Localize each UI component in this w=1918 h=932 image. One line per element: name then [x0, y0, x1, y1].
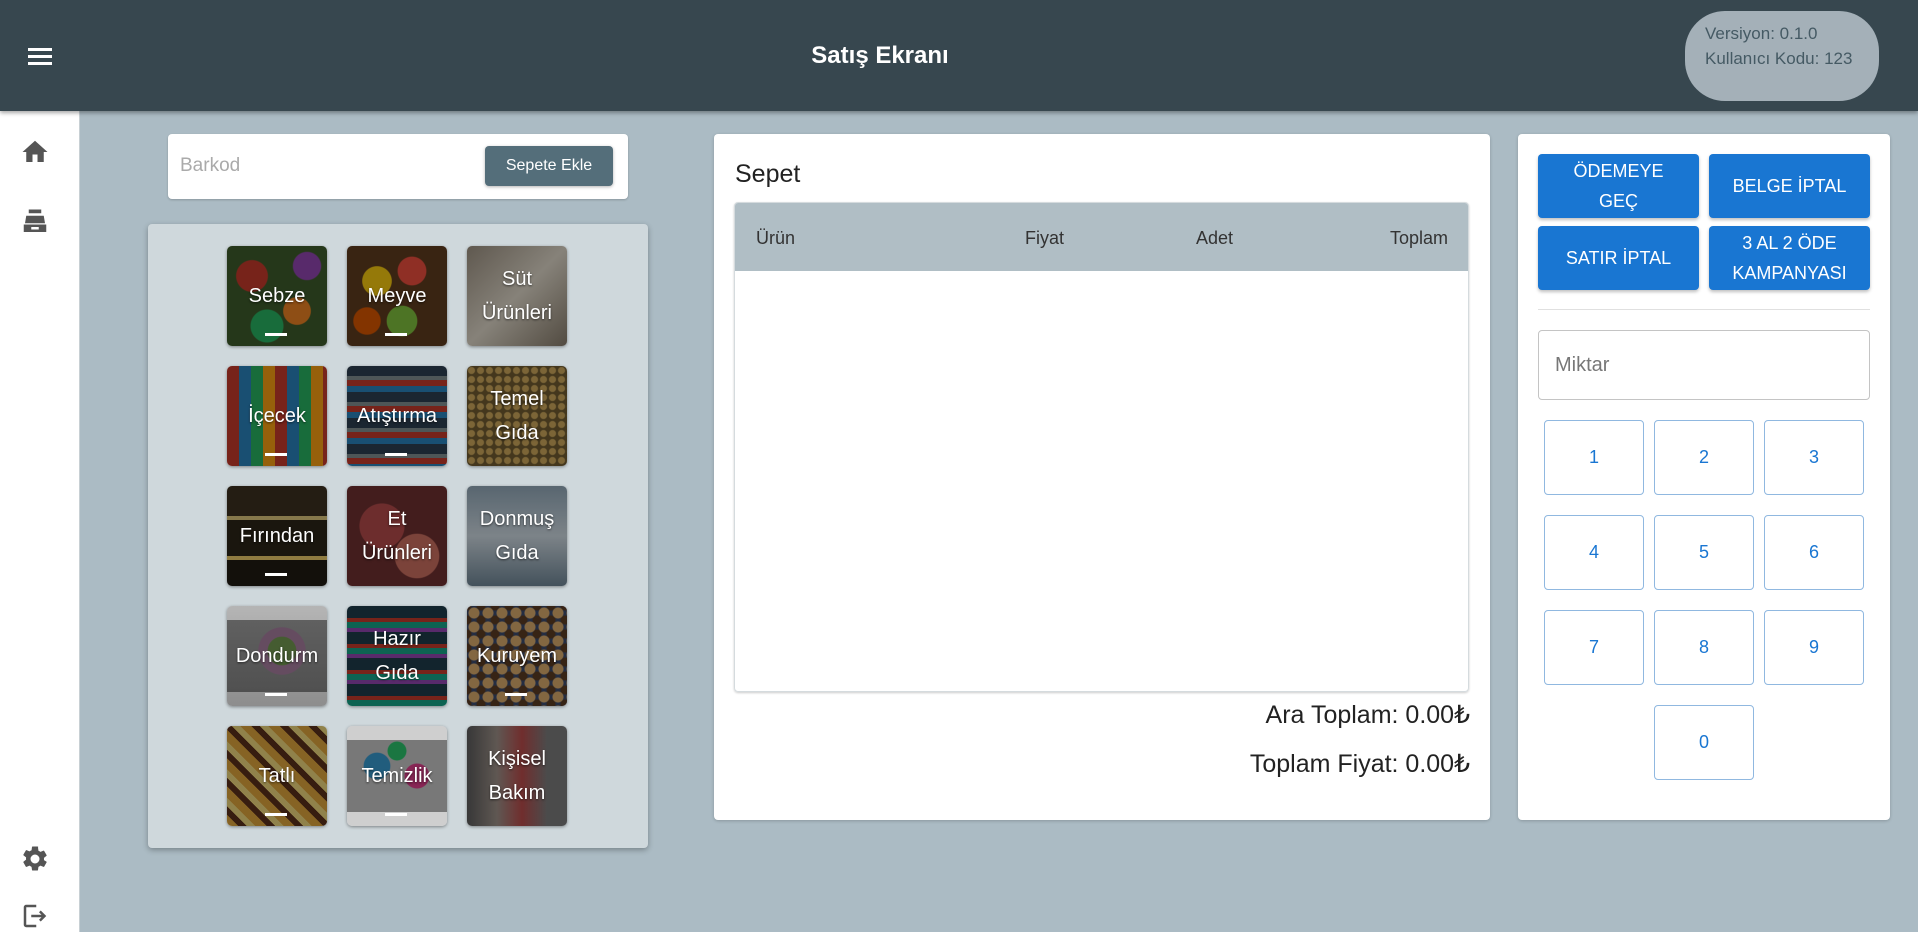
category-tile-sut-urunleri[interactable]: Süt Ürünleri	[467, 246, 567, 346]
home-icon[interactable]	[20, 137, 50, 167]
category-tile-meyve[interactable]: Meyve	[347, 246, 447, 346]
category-tile-donmus-gida[interactable]: Donmuş Gıda	[467, 486, 567, 586]
total-price-text: Toplam Fiyat: 0.00₺	[1249, 750, 1470, 778]
user-code-text: Kullanıcı Kodu: 123	[1705, 49, 1853, 68]
category-label: Hazır Gıda	[373, 628, 421, 684]
column-header-total[interactable]: Toplam	[1390, 228, 1448, 249]
numpad-key-8[interactable]: 8	[1654, 610, 1754, 685]
category-indicator	[265, 813, 287, 816]
column-header-price[interactable]: Fiyat	[1025, 228, 1064, 249]
numpad-key-4[interactable]: 4	[1544, 515, 1644, 590]
campaign-3-for-2-button[interactable]: 3 AL 2 ÖDE KAMPANYASI	[1709, 226, 1870, 290]
cart-table: Ürün Fiyat Adet Toplam	[734, 202, 1469, 692]
category-label: Kişisel Bakım	[488, 748, 546, 804]
category-tile-temel-gida[interactable]: Temel Gıda	[467, 366, 567, 466]
category-indicator	[265, 453, 287, 456]
category-tile-hazir-gida[interactable]: Hazır Gıda	[347, 606, 447, 706]
divider	[1538, 309, 1870, 310]
column-header-quantity[interactable]: Adet	[1196, 228, 1233, 249]
category-label: Temel Gıda	[490, 388, 544, 444]
category-panel: Sebze Meyve Süt Ürünleri İçecek Atıştırm…	[148, 224, 648, 848]
gear-icon[interactable]	[20, 844, 50, 874]
numpad-key-2[interactable]: 2	[1654, 420, 1754, 495]
category-label: Atıştırma	[356, 405, 437, 427]
numpad-key-7[interactable]: 7	[1544, 610, 1644, 685]
category-indicator	[265, 333, 287, 336]
category-label: İçecek	[248, 405, 306, 427]
category-label: Fırından	[239, 525, 315, 547]
category-tile-temizlik[interactable]: Temizlik	[347, 726, 447, 826]
category-indicator	[385, 813, 407, 816]
category-label: Temizlik	[361, 765, 433, 787]
barcode-input[interactable]	[180, 148, 470, 184]
category-label: Tatlı	[258, 765, 296, 787]
numpad-key-1[interactable]: 1	[1544, 420, 1644, 495]
subtotal-text: Ara Toplam: 0.00₺	[1265, 701, 1470, 729]
add-to-cart-button[interactable]: Sepete Ekle	[485, 146, 613, 186]
category-tile-dondurma[interactable]: Dondurm	[227, 606, 327, 706]
quantity-input[interactable]	[1538, 330, 1870, 400]
numpad-key-6[interactable]: 6	[1764, 515, 1864, 590]
category-tile-et-urunleri[interactable]: Et Ürünleri	[347, 486, 447, 586]
category-label: Meyve	[367, 285, 427, 307]
cancel-line-button[interactable]: SATIR İPTAL	[1538, 226, 1699, 290]
category-tile-atistirma[interactable]: Atıştırma	[347, 366, 447, 466]
numpad-key-3[interactable]: 3	[1764, 420, 1864, 495]
numpad-key-0[interactable]: 0	[1654, 705, 1754, 780]
category-label: Süt Ürünleri	[481, 268, 553, 324]
version-text: Versiyon: 0.1.0	[1705, 24, 1818, 43]
logout-icon[interactable]	[20, 901, 50, 931]
category-label: Dondurm	[235, 645, 319, 667]
category-tile-icecek[interactable]: İçecek	[227, 366, 327, 466]
category-label: Et Ürünleri	[361, 508, 433, 564]
cart-card: Sepet Ürün Fiyat Adet Toplam Ara Toplam:…	[714, 134, 1490, 820]
numpad-key-5[interactable]: 5	[1654, 515, 1754, 590]
category-indicator	[265, 573, 287, 576]
category-label: Kuruyem	[476, 645, 558, 667]
category-label: Sebze	[248, 285, 306, 307]
category-indicator	[385, 333, 407, 336]
app-bar: Satış Ekranı Versiyon: 0.1.0 Kullanıcı K…	[0, 0, 1918, 111]
category-tile-tatli[interactable]: Tatlı	[227, 726, 327, 826]
cancel-document-button[interactable]: BELGE İPTAL	[1709, 154, 1870, 218]
barcode-card: Sepete Ekle	[168, 134, 628, 199]
numpad-key-9[interactable]: 9	[1764, 610, 1864, 685]
column-header-product[interactable]: Ürün	[756, 228, 795, 249]
cart-table-header: Ürün Fiyat Adet Toplam	[735, 203, 1468, 271]
action-panel: ÖDEMEYE GEÇ BELGE İPTAL SATIR İPTAL 3 AL…	[1518, 134, 1890, 820]
category-tile-kuruyemis[interactable]: Kuruyem	[467, 606, 567, 706]
category-tile-firindan[interactable]: Fırından	[227, 486, 327, 586]
go-to-payment-button[interactable]: ÖDEMEYE GEÇ	[1538, 154, 1699, 218]
category-label: Donmuş Gıda	[479, 508, 555, 564]
category-indicator	[265, 693, 287, 696]
version-info-badge: Versiyon: 0.1.0 Kullanıcı Kodu: 123	[1685, 11, 1879, 101]
category-tile-kisisel-bakim[interactable]: Kişisel Bakım	[467, 726, 567, 826]
page-title: Satış Ekranı	[811, 42, 949, 69]
category-indicator	[505, 693, 527, 696]
category-indicator	[385, 453, 407, 456]
sidebar	[0, 111, 80, 932]
cart-title: Sepet	[735, 160, 801, 188]
category-tile-sebze[interactable]: Sebze	[227, 246, 327, 346]
cash-register-icon[interactable]	[20, 207, 50, 237]
